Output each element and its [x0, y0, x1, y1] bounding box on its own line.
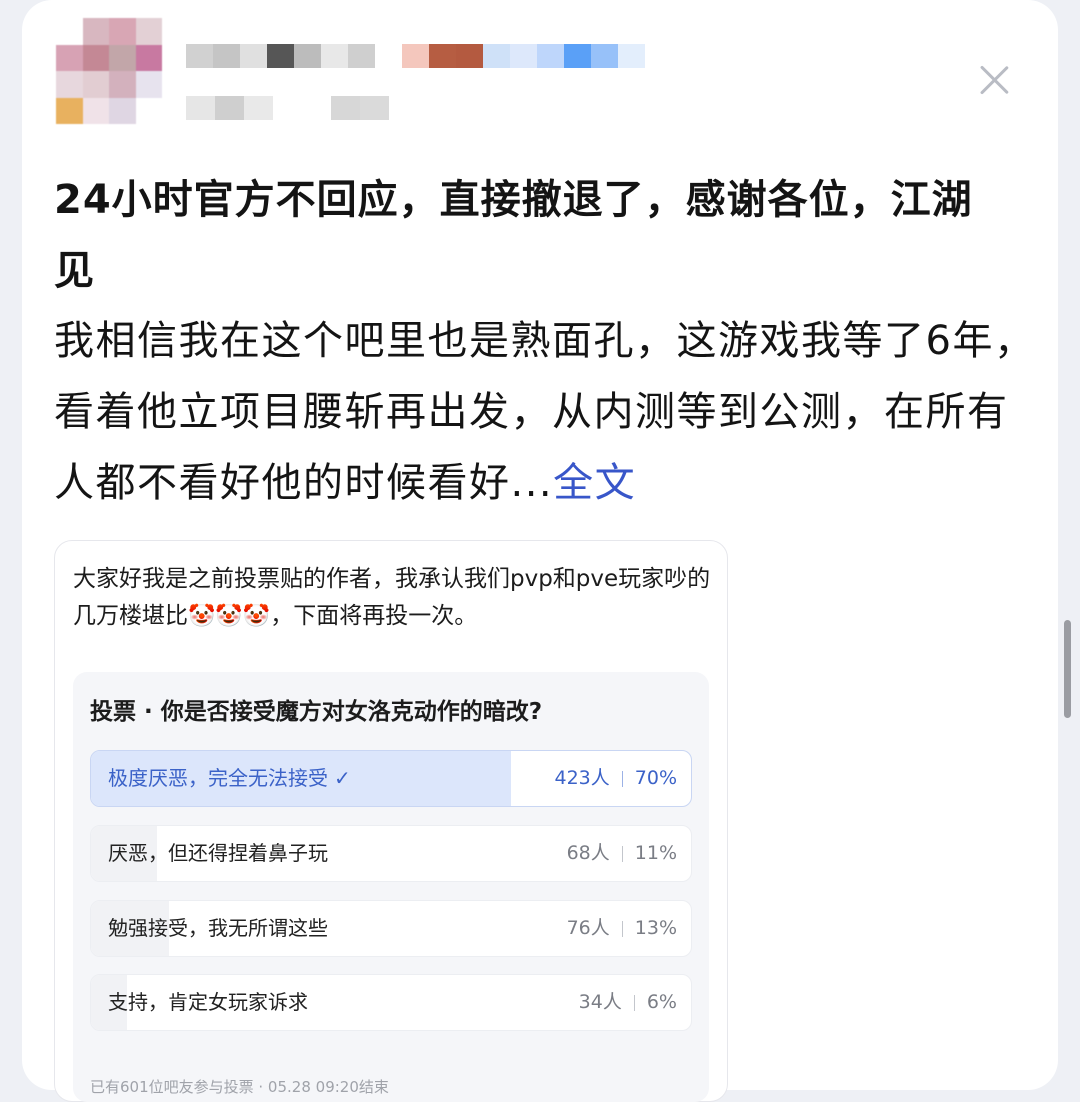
poll-title: 投票 · 你是否接受魔方对女洛克动作的暗改? — [90, 699, 543, 725]
post-title[interactable]: 24小时官方不回应，直接撤退了，感谢各位，江湖见 — [54, 165, 1004, 307]
blurred-pixel — [321, 44, 348, 68]
quoted-text-part: ，下面将再投一次。 — [270, 603, 478, 629]
poll-option-stats: 68人 11% — [567, 826, 677, 881]
poll-option-percent: 6% — [646, 991, 677, 1013]
blurred-pixel — [215, 96, 244, 120]
poll-option-count: 34人 — [578, 991, 622, 1013]
blurred-pixel — [240, 44, 267, 68]
poll-option-label-wrap: 极度厌恶，完全无法接受 ✓ — [108, 751, 351, 806]
poll-option-stats: 423人 70% — [555, 751, 678, 806]
poll-option[interactable]: 极度厌恶，完全无法接受 ✓ 423人 70% — [90, 750, 692, 807]
poll-option-label: 厌恶，但还得捏着鼻子玩 — [108, 841, 328, 865]
poll-option-count: 423人 — [554, 767, 610, 789]
poll-option[interactable]: 支持，肯定女玩家诉求 34人 6% — [90, 974, 692, 1031]
poll-option[interactable]: 勉强接受，我无所谓这些 76人 13% — [90, 900, 692, 957]
blurred-pixel — [429, 44, 456, 68]
avatar-pixel — [135, 44, 162, 71]
poll-card: 投票 · 你是否接受魔方对女洛克动作的暗改? 极度厌恶，完全无法接受 ✓ 423人… — [73, 672, 709, 1102]
blurred-pixel — [591, 44, 618, 68]
blurred-pixel — [456, 44, 483, 68]
blurred-pixel — [244, 96, 273, 120]
blurred-pixel — [537, 44, 564, 68]
blurred-pixel — [267, 44, 294, 68]
user-avatar[interactable] — [56, 18, 162, 124]
blurred-pixel — [402, 44, 429, 68]
blurred-pixel — [331, 96, 360, 120]
check-icon: ✓ — [334, 766, 351, 790]
avatar-pixel — [109, 44, 136, 71]
avatar-pixel — [135, 97, 162, 124]
avatar-pixel — [135, 18, 162, 45]
divider — [621, 920, 623, 937]
avatar-pixel — [56, 71, 83, 98]
quoted-post[interactable]: 大家好我是之前投票贴的作者，我承认我们pvp和pve玩家吵的几万楼堪比🤡🤡🤡，下… — [54, 540, 728, 1102]
avatar-pixel — [56, 18, 83, 45]
poll-option-percent: 11% — [634, 842, 677, 864]
poll-option-stats: 34人 6% — [579, 975, 677, 1030]
close-button[interactable] — [976, 62, 1012, 98]
blurred-pixel — [564, 44, 591, 68]
divider — [633, 994, 635, 1011]
blurred-pixel — [483, 44, 510, 68]
post-body-text: 我相信我在这个吧里也是熟面孔，这游戏我等了6年，看着他立项目腰斩再出发，从内测等… — [54, 318, 1036, 506]
blurred-pixel — [186, 96, 215, 120]
blurred-pixel — [375, 44, 402, 68]
blurred-pixel — [618, 44, 645, 68]
quoted-post-text: 大家好我是之前投票贴的作者，我承认我们pvp和pve玩家吵的几万楼堪比🤡🤡🤡，下… — [73, 561, 713, 635]
clown-emoji-icon: 🤡🤡🤡 — [188, 604, 271, 629]
avatar-pixel — [82, 18, 109, 45]
read-more-link[interactable]: 全文 — [553, 460, 636, 506]
poll-option[interactable]: 厌恶，但还得捏着鼻子玩 68人 11% — [90, 825, 692, 882]
blurred-pixel — [294, 44, 321, 68]
blurred-pixel — [510, 44, 537, 68]
poll-option-stats: 76人 13% — [567, 901, 677, 956]
avatar-pixel — [56, 97, 83, 124]
blurred-pixel — [302, 96, 331, 120]
divider — [621, 770, 623, 787]
poll-option-label: 勉强接受，我无所谓这些 — [108, 916, 328, 940]
post-body[interactable]: 我相信我在这个吧里也是熟面孔，这游戏我等了6年，看着他立项目腰斩再出发，从内测等… — [54, 306, 1044, 519]
poll-option-count: 76人 — [566, 917, 610, 939]
avatar-pixel — [56, 44, 83, 71]
poll-option-percent: 70% — [634, 767, 677, 789]
scrollbar[interactable] — [1064, 620, 1071, 718]
blurred-pixel — [348, 44, 375, 68]
post-meta-blurred — [186, 96, 389, 120]
avatar-pixel — [82, 97, 109, 124]
blurred-pixel — [273, 96, 302, 120]
poll-footer: 已有601位吧友参与投票 · 05.28 09:20结束 — [90, 1078, 389, 1096]
avatar-pixel — [109, 71, 136, 98]
avatar-pixel — [109, 18, 136, 45]
avatar-pixel — [135, 71, 162, 98]
username-blurred[interactable] — [186, 44, 645, 68]
avatar-pixel — [109, 97, 136, 124]
blurred-pixel — [186, 44, 213, 68]
poll-option-label: 极度厌恶，完全无法接受 — [108, 766, 328, 790]
blurred-pixel — [360, 96, 389, 120]
poll-option-percent: 13% — [634, 917, 677, 939]
divider — [621, 845, 623, 862]
poll-option-count: 68人 — [566, 842, 610, 864]
poll-option-label: 支持，肯定女玩家诉求 — [108, 990, 308, 1014]
avatar-pixel — [82, 71, 109, 98]
avatar-pixel — [82, 44, 109, 71]
blurred-pixel — [213, 44, 240, 68]
